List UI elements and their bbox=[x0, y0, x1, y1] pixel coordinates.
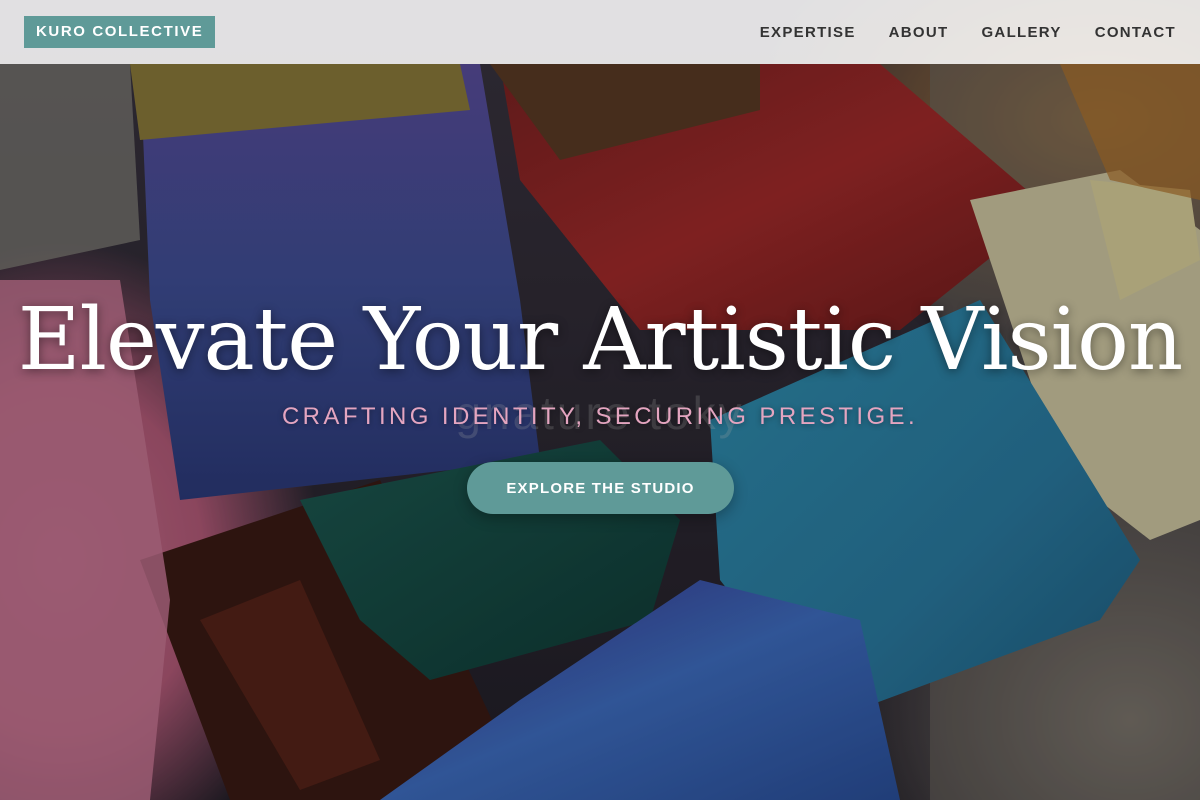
explore-studio-button[interactable]: EXPLORE THE STUDIO bbox=[467, 462, 734, 514]
nav-link-gallery[interactable]: GALLERY bbox=[981, 24, 1061, 41]
nav-links: EXPERTISE ABOUT GALLERY CONTACT bbox=[760, 24, 1176, 41]
nav-link-expertise[interactable]: EXPERTISE bbox=[760, 24, 856, 41]
nav-link-contact[interactable]: CONTACT bbox=[1095, 24, 1176, 41]
brand-logo-button[interactable]: KURO COLLECTIVE bbox=[24, 16, 216, 48]
hero-title: Elevate Your Artistic Vision bbox=[17, 290, 1184, 390]
nav-link-about[interactable]: ABOUT bbox=[889, 24, 949, 41]
hero-content: Elevate Your Artistic Vision CRAFTING ID… bbox=[0, 280, 1200, 432]
top-navbar: KURO COLLECTIVE EXPERTISE ABOUT GALLERY … bbox=[0, 0, 1200, 64]
hero-subtitle: CRAFTING IDENTITY, SECURING PRESTIGE. bbox=[281, 403, 919, 430]
